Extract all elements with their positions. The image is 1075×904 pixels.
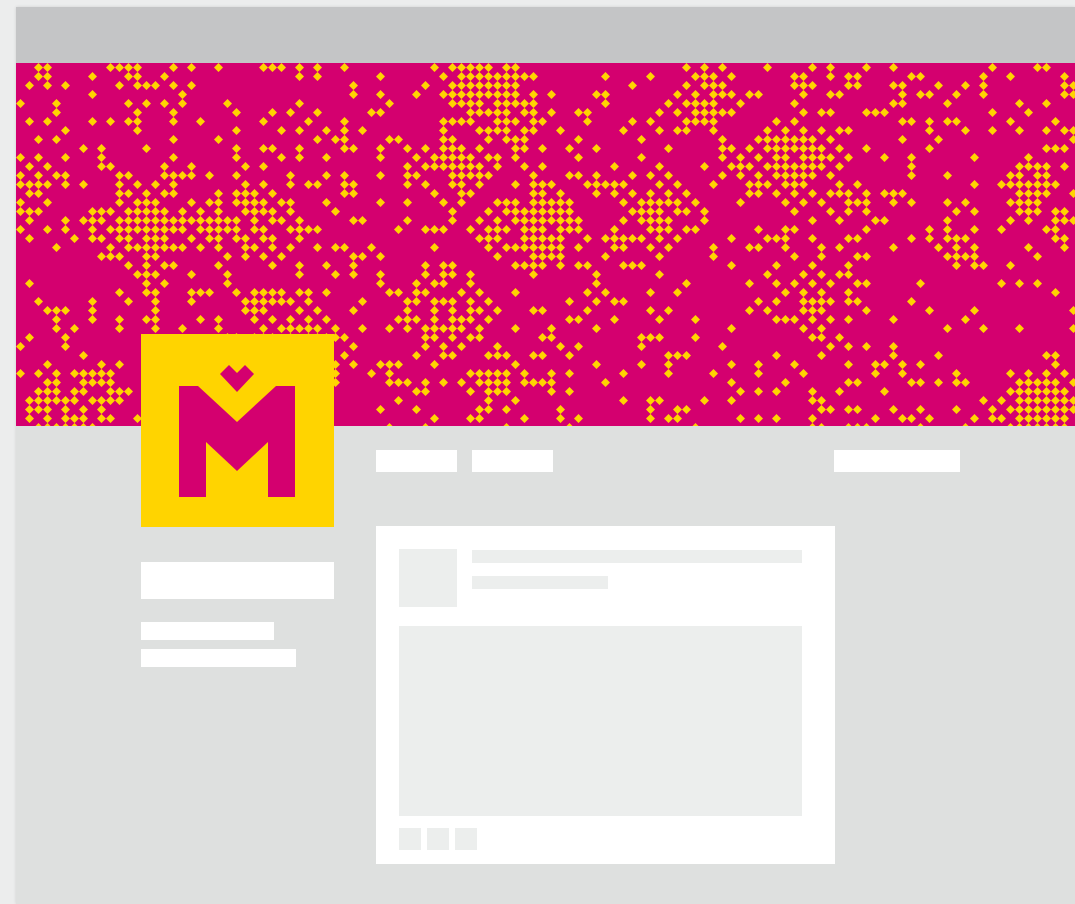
- post-author-name-placeholder: [472, 550, 802, 563]
- post-action-1-placeholder[interactable]: [399, 828, 421, 850]
- post-author-avatar-placeholder: [399, 549, 457, 607]
- top-navigation-bar: [16, 7, 1075, 63]
- profile-bio-placeholder: [141, 649, 296, 667]
- profile-handle-placeholder: [141, 622, 274, 640]
- m-letter-logo-icon: [141, 334, 334, 527]
- post-action-3-placeholder[interactable]: [455, 828, 477, 850]
- profile-name-placeholder: [141, 562, 334, 599]
- profile-avatar[interactable]: [141, 334, 334, 527]
- post-action-2-placeholder[interactable]: [427, 828, 449, 850]
- profile-page-mockup: [16, 7, 1075, 904]
- follow-button-placeholder[interactable]: [834, 450, 960, 472]
- tab-placeholder-2[interactable]: [472, 450, 553, 472]
- post-card: [376, 526, 835, 864]
- tab-placeholder-1[interactable]: [376, 450, 457, 472]
- post-media-placeholder: [399, 626, 802, 816]
- post-meta-placeholder: [472, 576, 608, 589]
